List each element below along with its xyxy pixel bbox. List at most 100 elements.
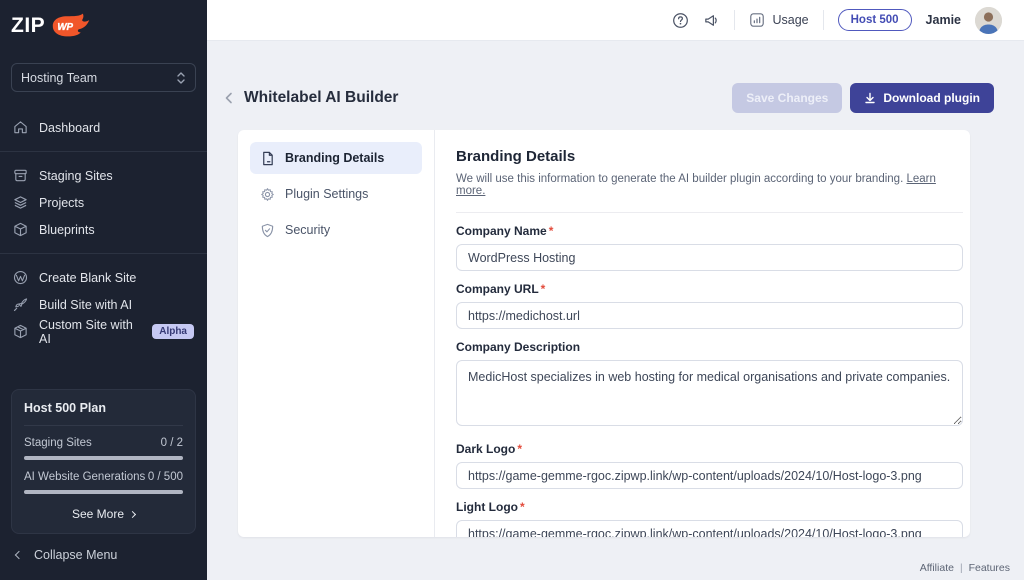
- tab-label: Security: [285, 223, 330, 237]
- user-name: Jamie: [926, 13, 961, 27]
- sidebar-item-label: Custom Site with AI: [39, 318, 141, 346]
- sidebar: ZIP WP Hosting Team Dashboard Staging Si…: [0, 0, 207, 580]
- footer-separator: |: [960, 563, 963, 574]
- branding-form: Branding Details We will use this inform…: [435, 130, 970, 537]
- affiliate-link[interactable]: Affiliate: [920, 562, 954, 574]
- meter-value: 0 / 2: [161, 437, 183, 449]
- back-button[interactable]: [222, 91, 236, 105]
- progress-bar: [24, 456, 183, 460]
- ai-generations-meter: AI Website Generations 0 / 500: [24, 471, 183, 494]
- required-marker: *: [549, 224, 554, 238]
- required-marker: *: [541, 282, 546, 296]
- company-url-input[interactable]: [456, 302, 963, 329]
- meter-label: Staging Sites: [24, 437, 92, 449]
- plan-title: Host 500 Plan: [24, 401, 183, 426]
- whitelabel-settings-card: Branding Details Plugin Settings Securit…: [238, 130, 970, 537]
- usage-chart-icon: [749, 12, 765, 28]
- usage-button[interactable]: Usage: [749, 12, 808, 28]
- layers-icon: [13, 195, 28, 210]
- see-more-link[interactable]: See More: [24, 507, 183, 521]
- sidebar-item-create-blank-site[interactable]: Create Blank Site: [0, 264, 207, 291]
- light-logo-group: Light Logo*: [456, 500, 963, 537]
- sidebar-item-label: Staging Sites: [39, 169, 113, 183]
- sidebar-item-blueprints[interactable]: Blueprints: [0, 216, 207, 243]
- cube-icon: [13, 222, 28, 237]
- required-marker: *: [517, 442, 522, 456]
- page-title: Whitelabel AI Builder: [244, 89, 398, 107]
- dark-logo-label: Dark Logo*: [456, 442, 963, 456]
- sidebar-item-staging-sites[interactable]: Staging Sites: [0, 162, 207, 189]
- collapse-menu-label: Collapse Menu: [34, 548, 117, 562]
- save-changes-button[interactable]: Save Changes: [732, 83, 842, 113]
- company-name-group: Company Name*: [456, 224, 963, 271]
- company-name-label: Company Name*: [456, 224, 963, 238]
- sidebar-divider: [0, 151, 207, 152]
- light-logo-input[interactable]: [456, 520, 963, 537]
- tab-label: Plugin Settings: [285, 187, 368, 201]
- package-icon: [13, 324, 28, 339]
- features-link[interactable]: Features: [969, 562, 1010, 574]
- alpha-badge: Alpha: [152, 324, 194, 339]
- company-url-group: Company URL*: [456, 282, 963, 329]
- wordpress-icon: [13, 270, 28, 285]
- sidebar-item-label: Projects: [39, 196, 84, 210]
- sidebar-item-projects[interactable]: Projects: [0, 189, 207, 216]
- zipwp-flame-icon: WP: [49, 13, 93, 39]
- sidebar-item-build-site-with-ai[interactable]: Build Site with AI: [0, 291, 207, 318]
- help-icon[interactable]: [672, 12, 689, 29]
- page-header: Whitelabel AI Builder Save Changes Downl…: [222, 83, 994, 113]
- tab-branding-details[interactable]: Branding Details: [250, 142, 422, 174]
- content-area: Whitelabel AI Builder Save Changes Downl…: [207, 41, 1024, 580]
- topbar: Usage Host 500 Jamie: [207, 0, 1024, 41]
- footer-links: Affiliate | Features: [920, 562, 1010, 574]
- document-icon: [260, 151, 275, 166]
- form-description: We will use this information to generate…: [456, 173, 963, 197]
- staging-icon: [13, 168, 28, 183]
- chevron-right-icon: [129, 510, 136, 517]
- settings-nav: Branding Details Plugin Settings Securit…: [238, 130, 435, 537]
- sidebar-item-label: Build Site with AI: [39, 298, 132, 312]
- download-icon: [864, 92, 876, 104]
- dark-logo-input[interactable]: [456, 462, 963, 489]
- announcements-icon[interactable]: [703, 12, 720, 29]
- progress-bar: [24, 490, 183, 494]
- company-description-label: Company Description: [456, 340, 963, 354]
- plan-badge[interactable]: Host 500: [838, 9, 912, 31]
- company-name-input[interactable]: [456, 244, 963, 271]
- sidebar-item-label: Dashboard: [39, 121, 100, 135]
- collapse-menu-button[interactable]: Collapse Menu: [0, 548, 207, 580]
- download-plugin-button[interactable]: Download plugin: [850, 83, 994, 113]
- sidebar-divider: [0, 253, 207, 254]
- staging-sites-meter: Staging Sites 0 / 2: [24, 437, 183, 460]
- rocket-icon: [13, 297, 28, 312]
- usage-label: Usage: [772, 13, 808, 27]
- form-heading: Branding Details: [456, 148, 963, 165]
- company-url-label: Company URL*: [456, 282, 963, 296]
- sidebar-item-label: Blueprints: [39, 223, 95, 237]
- select-chevrons-icon: [176, 71, 186, 85]
- gear-icon: [260, 187, 275, 202]
- avatar[interactable]: [975, 7, 1002, 34]
- tab-plugin-settings[interactable]: Plugin Settings: [250, 178, 422, 210]
- tab-label: Branding Details: [285, 151, 384, 165]
- brand-logo-text: ZIP: [11, 14, 45, 38]
- sidebar-nav: Dashboard Staging Sites Projects Bluepri…: [0, 114, 207, 345]
- sidebar-item-dashboard[interactable]: Dashboard: [0, 114, 207, 141]
- required-marker: *: [520, 500, 525, 514]
- home-icon: [13, 120, 28, 135]
- company-description-textarea[interactable]: MedicHost specializes in web hosting for…: [456, 360, 963, 426]
- sidebar-item-label: Create Blank Site: [39, 271, 136, 285]
- meter-value: 0 / 500: [148, 471, 183, 483]
- team-selector-value: Hosting Team: [21, 71, 97, 85]
- brand-logo[interactable]: ZIP WP: [0, 0, 207, 42]
- chevron-left-icon: [15, 551, 23, 559]
- dark-logo-group: Dark Logo*: [456, 442, 963, 489]
- team-selector[interactable]: Hosting Team: [11, 63, 196, 92]
- shield-icon: [260, 223, 275, 238]
- sidebar-item-custom-site-with-ai[interactable]: Custom Site with AI Alpha: [0, 318, 207, 345]
- light-logo-label: Light Logo*: [456, 500, 963, 514]
- plan-usage-card: Host 500 Plan Staging Sites 0 / 2 AI Web…: [11, 389, 196, 534]
- tab-security[interactable]: Security: [250, 214, 422, 246]
- topbar-divider: [823, 10, 824, 30]
- main-area: Usage Host 500 Jamie Whitelabel AI Build…: [207, 0, 1024, 580]
